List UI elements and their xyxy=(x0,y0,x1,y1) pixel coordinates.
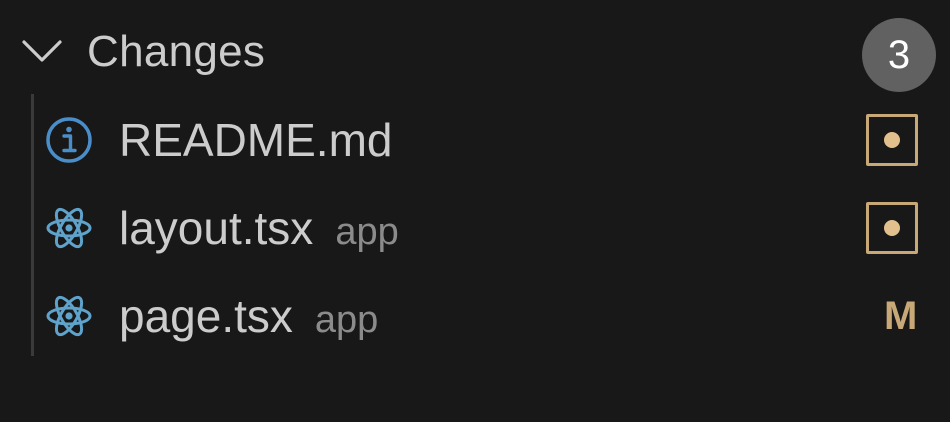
react-icon xyxy=(46,207,92,249)
status-dot xyxy=(884,132,900,148)
file-row-layout[interactable]: layout.tsx app xyxy=(0,183,950,271)
file-name-text: layout.tsx xyxy=(119,202,314,254)
scm-changes-panel: Changes 3 README.md layout.tsx app page.… xyxy=(0,0,950,422)
file-directory: app xyxy=(314,299,379,341)
file-directory: app xyxy=(335,211,399,253)
file-name-text: page.tsx xyxy=(119,290,293,342)
file-row-page[interactable]: page.tsx app M xyxy=(0,271,950,359)
modified-status-icon xyxy=(866,202,918,254)
status-dot xyxy=(884,220,900,236)
modified-status-letter: M xyxy=(884,294,918,338)
changes-section-header[interactable]: Changes 3 xyxy=(0,10,950,92)
file-name-text: README.md xyxy=(119,114,393,166)
react-icon xyxy=(46,295,92,337)
info-icon xyxy=(46,117,92,163)
section-title: Changes xyxy=(87,27,266,76)
modified-status-icon xyxy=(866,114,918,166)
file-name: README.md xyxy=(119,115,392,165)
file-name: layout.tsx app xyxy=(119,203,399,257)
file-name: page.tsx app xyxy=(119,291,378,345)
chevron-down-icon[interactable] xyxy=(20,34,64,66)
changes-count-badge: 3 xyxy=(862,18,936,92)
file-row-readme[interactable]: README.md xyxy=(0,95,950,183)
